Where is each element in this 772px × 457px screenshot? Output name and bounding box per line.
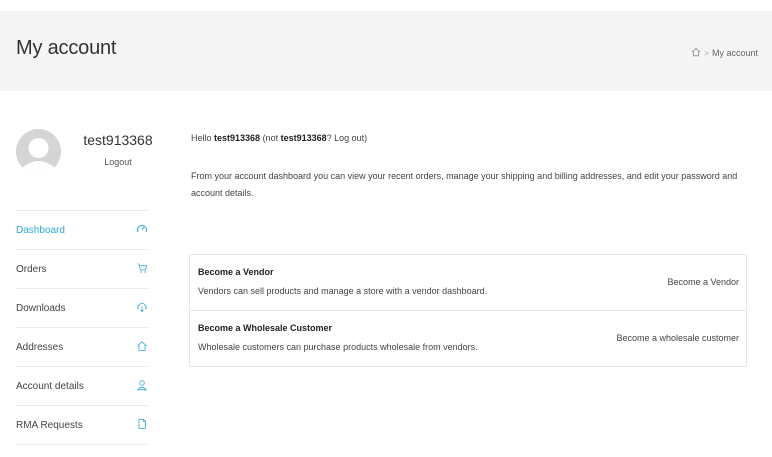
breadcrumb-separator: > bbox=[704, 48, 709, 58]
nav-item-account-details[interactable]: Account details bbox=[16, 367, 148, 406]
breadcrumb: > My account bbox=[691, 47, 758, 59]
nav-item-rma-requests[interactable]: RMA Requests bbox=[16, 406, 148, 445]
become-vendor-row: Become a Vendor Vendors can sell product… bbox=[190, 255, 746, 311]
avatar bbox=[16, 129, 61, 174]
hello-message: Hello test913368 (not test913368? Log ou… bbox=[191, 133, 367, 143]
nav-item-addresses[interactable]: Addresses bbox=[16, 328, 148, 367]
nav-item-orders[interactable]: Orders bbox=[16, 250, 148, 289]
hello-prefix: Hello bbox=[191, 133, 215, 143]
nav-item-label: Orders bbox=[16, 263, 47, 275]
account-navigation: Dashboard Orders Downloads Addresses Acc… bbox=[16, 210, 148, 445]
become-wholesale-row: Become a Wholesale Customer Wholesale cu… bbox=[190, 311, 746, 366]
vendor-options-table: Become a Vendor Vendors can sell product… bbox=[189, 254, 747, 367]
page-title: My account bbox=[16, 37, 117, 59]
nav-item-label: Addresses bbox=[16, 341, 64, 353]
become-wholesale-description: Wholesale customers can purchase product… bbox=[198, 342, 478, 352]
become-wholesale-link[interactable]: Become a wholesale customer bbox=[616, 333, 739, 343]
become-vendor-link[interactable]: Become a Vendor bbox=[667, 277, 739, 287]
hello-question: ? bbox=[326, 133, 335, 143]
hello-logout-link[interactable]: Log out bbox=[334, 133, 364, 143]
logout-link[interactable]: Logout bbox=[63, 157, 173, 167]
gauge-icon bbox=[136, 223, 148, 235]
page-header: My account > My account bbox=[0, 11, 772, 91]
dashboard-intro-text: From your account dashboard you can view… bbox=[191, 171, 738, 198]
become-vendor-description: Vendors can sell products and manage a s… bbox=[198, 286, 488, 296]
username: test913368 bbox=[83, 132, 153, 148]
avatar-placeholder-icon bbox=[16, 129, 61, 174]
become-vendor-title: Become a Vendor bbox=[198, 267, 274, 277]
nav-item-label: RMA Requests bbox=[16, 419, 83, 431]
breadcrumb-current: My account bbox=[711, 48, 758, 58]
hello-not: (not bbox=[260, 133, 281, 143]
nav-item-label: Downloads bbox=[16, 302, 66, 314]
home-icon[interactable] bbox=[691, 47, 701, 59]
nav-item-label: Dashboard bbox=[16, 224, 65, 236]
cart-icon bbox=[136, 262, 148, 274]
hello-username: test913368 bbox=[214, 133, 261, 143]
nav-item-dashboard[interactable]: Dashboard bbox=[16, 211, 148, 250]
become-wholesale-title: Become a Wholesale Customer bbox=[198, 323, 333, 333]
hello-username-2: test913368 bbox=[280, 133, 327, 143]
document-icon bbox=[136, 418, 148, 430]
home-icon bbox=[136, 340, 148, 352]
user-icon bbox=[136, 379, 148, 391]
nav-item-downloads[interactable]: Downloads bbox=[16, 289, 148, 328]
hello-end: ) bbox=[364, 133, 368, 143]
nav-item-label: Account details bbox=[16, 380, 84, 392]
cloud-download-icon bbox=[136, 301, 148, 313]
